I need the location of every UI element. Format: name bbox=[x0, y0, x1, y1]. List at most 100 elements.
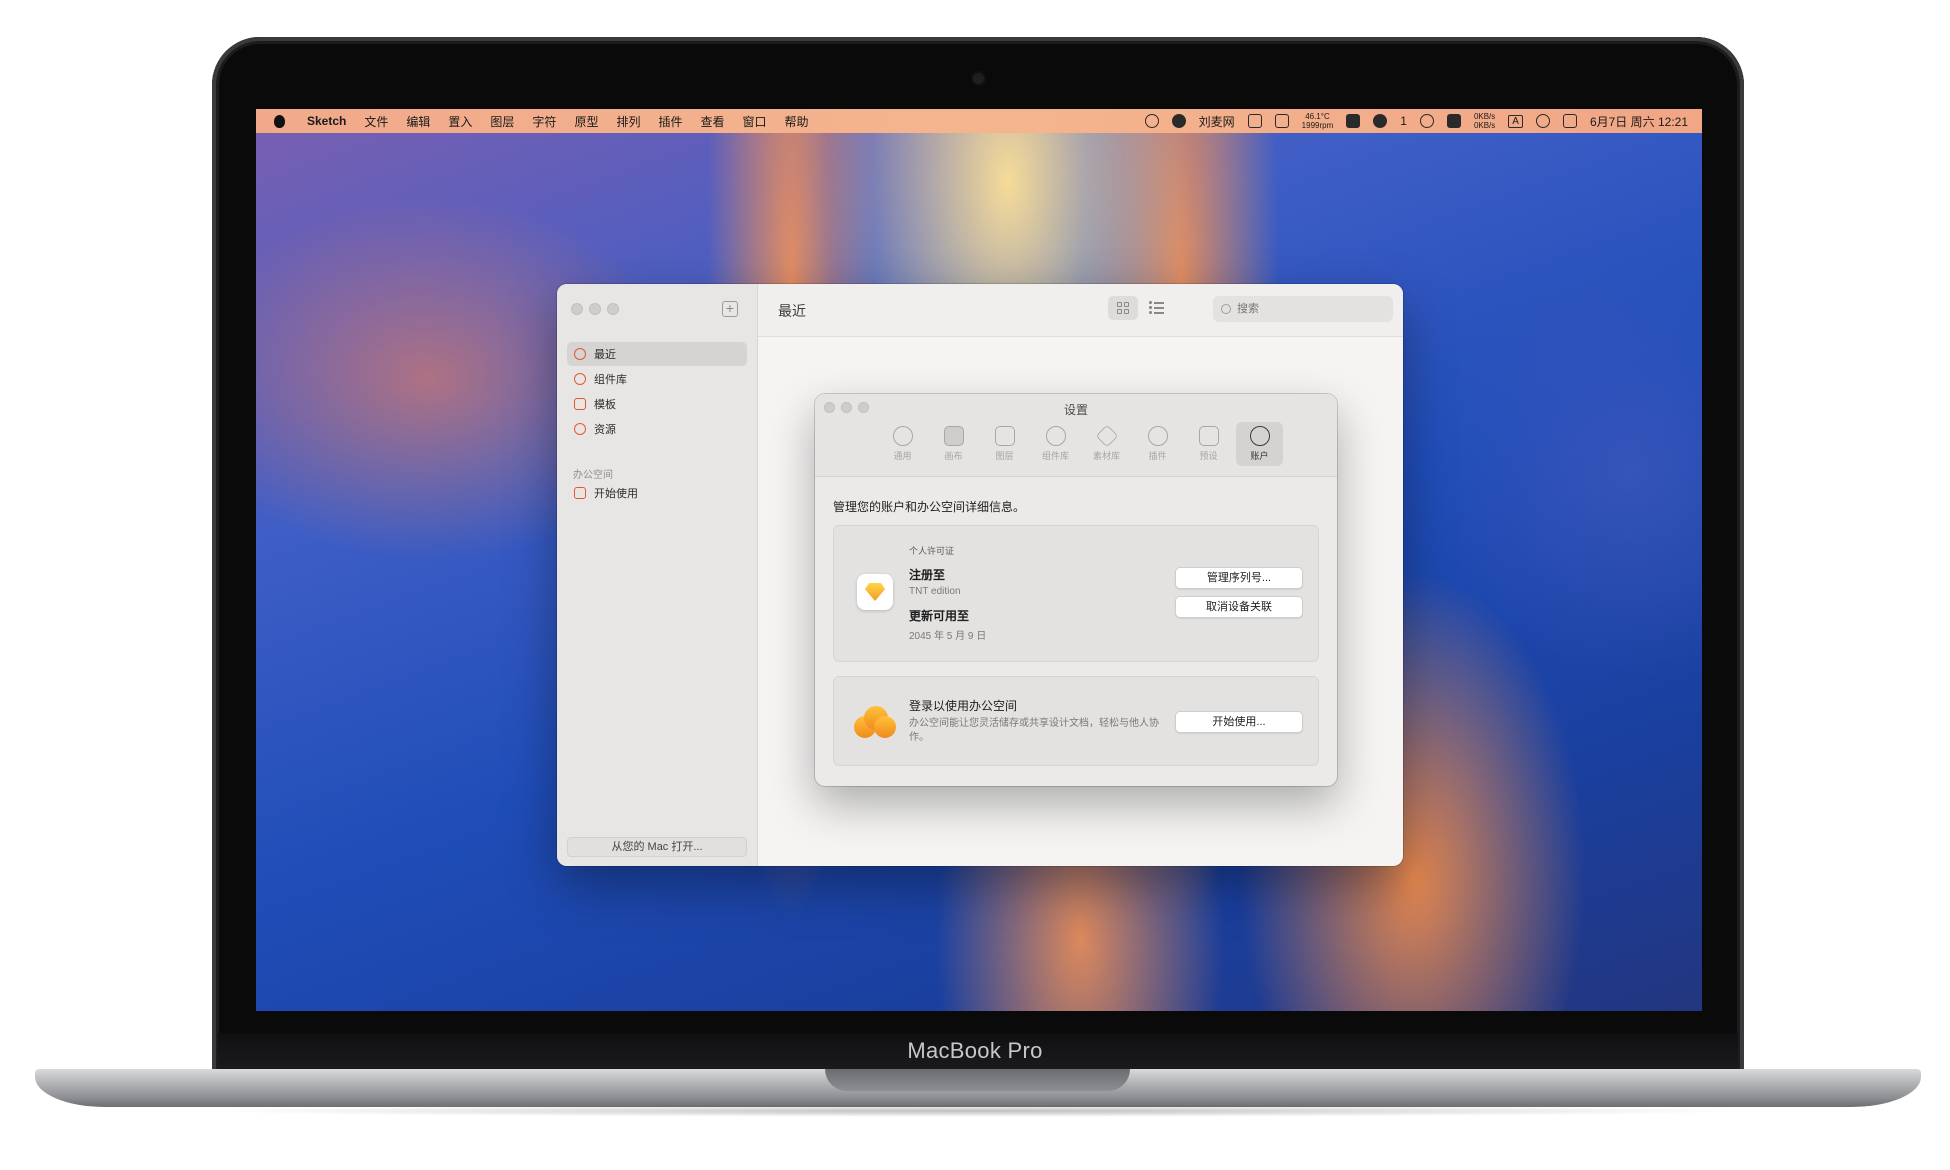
menu-text[interactable]: 字符 bbox=[532, 113, 556, 130]
laptop-shadow bbox=[200, 1105, 1756, 1117]
photo-icon[interactable] bbox=[1346, 114, 1361, 128]
menu-window[interactable]: 窗口 bbox=[743, 113, 767, 130]
layers-copy-icon bbox=[994, 426, 1015, 446]
start-workspace-button[interactable]: 开始使用... bbox=[1175, 711, 1303, 733]
sidebar-item-label: 最近 bbox=[594, 349, 616, 361]
menu-layer[interactable]: 图层 bbox=[490, 113, 514, 130]
sidebar-item-get-started[interactable]: 开始使用 bbox=[567, 481, 747, 505]
menu-bar-left: Sketch 文件 编辑 置入 图层 字符 原型 排列 插件 查看 窗口 帮助 bbox=[256, 113, 827, 130]
bear-icon[interactable] bbox=[1171, 114, 1186, 128]
sidebar-item-label: 模板 bbox=[594, 399, 616, 411]
menu-view[interactable]: 查看 bbox=[700, 113, 724, 130]
cloud-part bbox=[874, 716, 896, 738]
menu-plugins[interactable]: 插件 bbox=[658, 113, 682, 130]
menu-bar: Sketch 文件 编辑 置入 图层 字符 原型 排列 插件 查看 窗口 帮助 … bbox=[256, 109, 1702, 133]
enter-icon bbox=[574, 487, 586, 499]
minimize-button[interactable] bbox=[589, 303, 601, 315]
tab-general[interactable]: 通用 bbox=[879, 422, 926, 466]
clock-icon bbox=[574, 348, 586, 360]
tab-plugins[interactable]: 插件 bbox=[1134, 422, 1181, 466]
tab-account[interactable]: 账户 bbox=[1236, 422, 1283, 466]
canvas-icon bbox=[943, 426, 964, 446]
tab-label: 预设 bbox=[1199, 451, 1218, 461]
unlink-device-button[interactable]: 取消设备关联 bbox=[1175, 596, 1303, 618]
sidebar-item-libraries[interactable]: 组件库 bbox=[567, 367, 747, 391]
open-from-mac-button[interactable]: 从您的 Mac 打开... bbox=[567, 837, 747, 857]
creative-cloud-icon[interactable] bbox=[1144, 114, 1159, 128]
menu-help[interactable]: 帮助 bbox=[785, 113, 809, 130]
tab-layers[interactable]: 图层 bbox=[981, 422, 1028, 466]
menu-edit[interactable]: 编辑 bbox=[406, 113, 430, 130]
sidebar-item-resources[interactable]: 资源 bbox=[567, 417, 747, 441]
apple-icon[interactable] bbox=[274, 114, 285, 128]
temp-readout[interactable]: 46.1°C 1999rpm bbox=[1302, 112, 1334, 130]
update-value: 2045 年 5 月 9 日 bbox=[909, 631, 987, 642]
sidebar-item-templates[interactable]: 模板 bbox=[567, 392, 747, 416]
network-speed[interactable]: 0KB/s 0KB/s bbox=[1474, 112, 1495, 130]
settings-dialog: 设置 通用 画布 图层 组件库 素材库 插件 预设 账户 管理您的账户和办公空间… bbox=[815, 394, 1337, 786]
tab-canvas[interactable]: 画布 bbox=[930, 422, 977, 466]
sidebar-section-workspace: 办公空间 bbox=[573, 470, 613, 481]
workspace-title: 登录以使用办公空间 bbox=[909, 699, 1018, 713]
menu-arrange[interactable]: 排列 bbox=[616, 113, 640, 130]
registered-label: 注册至 bbox=[909, 568, 946, 582]
net-up: 0KB/s bbox=[1473, 112, 1496, 121]
new-document-button[interactable]: + bbox=[722, 301, 738, 317]
link-icon bbox=[1045, 426, 1066, 446]
palette-icon bbox=[574, 423, 586, 435]
tab-label: 画布 bbox=[944, 451, 963, 461]
display-icon[interactable] bbox=[1247, 114, 1262, 128]
cpu-icon[interactable] bbox=[1274, 114, 1289, 128]
menu-clock[interactable]: 6月7日 周六 12:21 bbox=[1590, 113, 1688, 130]
plugin-icon bbox=[1147, 426, 1168, 446]
grid-cell bbox=[1117, 302, 1122, 307]
zoom-button[interactable] bbox=[607, 303, 619, 315]
model-label: MacBook Pro bbox=[907, 1038, 1043, 1063]
manage-serial-button[interactable]: 管理序列号... bbox=[1175, 567, 1303, 589]
tab-libraries[interactable]: 组件库 bbox=[1032, 422, 1079, 466]
tab-label: 组件库 bbox=[1041, 451, 1069, 461]
tab-label: 通用 bbox=[893, 451, 912, 461]
battery-icon[interactable] bbox=[1446, 114, 1461, 128]
input-source[interactable]: A bbox=[1508, 114, 1523, 128]
menu-prototype[interactable]: 原型 bbox=[574, 113, 598, 130]
list-line bbox=[1154, 312, 1164, 314]
tab-label: 图层 bbox=[995, 451, 1014, 461]
tab-label: 账户 bbox=[1250, 451, 1269, 461]
status-icon[interactable] bbox=[1419, 114, 1434, 128]
settings-title: 设置 bbox=[1063, 403, 1088, 417]
close-button[interactable] bbox=[571, 303, 583, 315]
gear-icon bbox=[892, 426, 913, 446]
tab-assets[interactable]: 素材库 bbox=[1083, 422, 1130, 466]
menu-app-name[interactable]: Sketch bbox=[307, 114, 346, 128]
wechat-icon[interactable] bbox=[1373, 114, 1388, 128]
sidebar-item-label: 开始使用 bbox=[594, 488, 638, 500]
stack-icon bbox=[1095, 424, 1118, 448]
list-view-button[interactable] bbox=[1149, 299, 1165, 315]
sidebar-item-label: 资源 bbox=[594, 424, 616, 436]
page-title: 最近 bbox=[778, 303, 806, 319]
menu-user[interactable]: 刘麦网 bbox=[1199, 113, 1235, 130]
menu-file[interactable]: 文件 bbox=[364, 113, 388, 130]
laptop-notch bbox=[825, 1069, 1130, 1091]
grid-view-button[interactable] bbox=[1108, 296, 1138, 320]
license-caption: 个人许可证 bbox=[909, 546, 955, 556]
control-center-icon[interactable] bbox=[1562, 114, 1577, 128]
workspace-card: 登录以使用办公空间 办公空间能让您灵活储存或共享设计文档，轻松与他人协作。 开始… bbox=[833, 676, 1319, 766]
search-icon bbox=[1221, 304, 1231, 314]
license-card: 个人许可证 注册至 TNT edition 更新可用至 2045 年 5 月 9… bbox=[833, 525, 1319, 662]
list-bullet bbox=[1149, 306, 1152, 309]
workspace-description: 办公空间能让您灵活储存或共享设计文档，轻松与他人协作。 bbox=[909, 718, 1159, 743]
link-icon bbox=[574, 373, 586, 385]
sidebar-item-recent[interactable]: 最近 bbox=[567, 342, 747, 366]
sketch-logo-icon bbox=[857, 574, 893, 610]
temp-value: 46.1°C bbox=[1305, 112, 1330, 121]
tab-presets[interactable]: 预设 bbox=[1185, 422, 1232, 466]
camera bbox=[973, 73, 984, 84]
search-icon[interactable] bbox=[1535, 114, 1550, 128]
menu-insert[interactable]: 置入 bbox=[448, 113, 472, 130]
update-label: 更新可用至 bbox=[909, 609, 970, 623]
list-bullet bbox=[1149, 311, 1152, 314]
list-line bbox=[1154, 307, 1164, 309]
search-input[interactable] bbox=[1213, 296, 1393, 322]
